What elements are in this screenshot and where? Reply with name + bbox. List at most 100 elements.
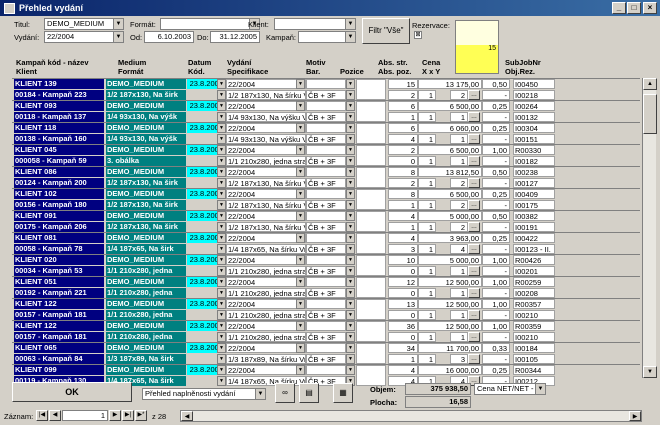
chevron-down-icon[interactable]: ▼ [296,233,305,243]
bar-cell[interactable]: ČB + 3F [306,178,346,188]
motiv-field[interactable] [306,299,346,309]
cena-cell[interactable]: 11 700,00 [418,343,482,353]
chevron-down-icon[interactable]: ▼ [346,167,355,177]
y-cell[interactable]: 1 [450,332,468,342]
objrez-cell[interactable]: I00105 [513,354,555,364]
chevron-down-icon[interactable]: ▼ [296,211,305,221]
vydani-cell[interactable]: 22/2004 [226,167,306,177]
bar-cell[interactable]: ČB + 3F [306,134,346,144]
edit-button[interactable]: … [468,200,480,210]
abs-poz-cell[interactable]: 3 [388,244,418,254]
prev-record-button[interactable]: ◀ [49,410,61,421]
objrez-cell[interactable]: I00182 [513,156,555,166]
koef-cell[interactable]: 1,00 [482,321,510,331]
vydani-cell[interactable]: 22/2004 [226,365,306,375]
subjob-cell[interactable]: R00359 [513,321,555,331]
chevron-down-icon[interactable]: ▼ [296,255,305,265]
next-record-button[interactable]: ▶ [109,410,121,421]
chevron-down-icon[interactable]: ▼ [535,384,545,394]
y-cell[interactable]: 1 [450,134,468,144]
motiv-field[interactable] [306,255,346,265]
motiv-field[interactable] [306,101,346,111]
vydani-cell[interactable]: 22/2004 [226,79,306,89]
pozice-field[interactable] [356,123,386,144]
abs-poz-cell[interactable]: 0 [388,266,418,276]
vydani-cell[interactable]: 22/2004 [226,189,306,199]
scroll-up-icon[interactable]: ▲ [643,78,657,90]
edit-button[interactable]: … [468,332,480,342]
y-cell[interactable]: 2 [450,178,468,188]
chevron-down-icon[interactable]: ▼ [346,145,355,155]
table-row[interactable]: KLIENT 086 00124 - Kampaň 200 DEMO_MEDIUM 1… [12,166,640,188]
cena-cell[interactable]: 12 500,00 [418,277,482,287]
chevron-down-icon[interactable]: ▼ [217,365,226,375]
chevron-down-icon[interactable]: ▼ [346,288,355,298]
koef-cell[interactable]: 0,50 [482,211,510,221]
chevron-down-icon[interactable]: ▼ [217,244,226,254]
chevron-down-icon[interactable]: ▼ [217,233,226,243]
x-cell[interactable]: 1 [418,90,436,100]
abs-str-cell[interactable]: 10 [388,255,418,265]
chevron-down-icon[interactable]: ▼ [296,101,305,111]
table-row[interactable]: KLIENT 045 000058 - Kampaň 59 DEMO_MEDIUM 3… [12,144,640,166]
y-cell[interactable]: 3 [450,354,468,364]
chevron-down-icon[interactable]: ▼ [346,299,355,309]
koef-cell[interactable]: 1,00 [482,255,510,265]
abs-str-cell[interactable]: 13 [388,299,418,309]
bar-cell[interactable]: ČB + 3F [306,200,346,210]
edit-button[interactable]: … [468,354,480,364]
table-row[interactable]: KLIENT 122 00157 - Kampaň 181 DEMO_MEDIUM 1… [12,320,640,342]
abs-str-cell[interactable]: 4 [388,365,418,375]
chevron-down-icon[interactable]: ▼ [217,266,226,276]
chevron-down-icon[interactable]: ▼ [217,354,226,364]
chevron-down-icon[interactable]: ▼ [217,277,226,287]
pozice-field[interactable] [356,365,386,386]
koef-cell[interactable]: 1,00 [482,145,510,155]
kampan-select[interactable]: ▼ [298,31,356,43]
specifikace-cell[interactable]: 1/4 93x130, Na výšku Vr [226,134,306,144]
chevron-down-icon[interactable]: ▼ [296,145,305,155]
chevron-down-icon[interactable]: ▼ [217,299,226,309]
koef-cell[interactable]: 0,25 [482,123,510,133]
motiv-field[interactable] [306,79,346,89]
chevron-down-icon[interactable]: ▼ [113,32,123,42]
pozice-field[interactable] [356,343,386,364]
abs-poz-cell[interactable]: 0 [388,310,418,320]
titul-select[interactable]: DEMO_MEDIUM ▼ [44,18,124,30]
subjob-cell[interactable]: I00450 [513,79,555,89]
chevron-down-icon[interactable]: ▼ [346,266,355,276]
bar-cell[interactable]: ČB + 3F [306,288,346,298]
x-cell[interactable]: 1 [418,266,436,276]
vydani-cell[interactable]: 22/2004 [226,277,306,287]
pozice-field[interactable] [356,277,386,298]
abs-str-cell[interactable]: 4 [388,233,418,243]
chevron-down-icon[interactable]: ▼ [346,244,355,254]
specifikace-cell[interactable]: 1/4 187x65, Na šírku Vrú [226,244,306,254]
subjob-cell[interactable]: I00264 [513,101,555,111]
cena-select[interactable]: Cena NET/NET - po p ▼ [474,383,546,395]
subjob-cell[interactable]: R00426 [513,255,555,265]
chevron-down-icon[interactable]: ▼ [217,178,226,188]
report-select[interactable]: Přehled naplněnosti vydání ▼ [142,388,266,400]
x-cell[interactable]: 1 [418,156,436,166]
motiv-field[interactable] [306,167,346,177]
koef-cell[interactable]: 0,33 [482,343,510,353]
chevron-down-icon[interactable]: ▼ [217,222,226,232]
cena-cell[interactable]: 5 000,00 [418,211,482,221]
x-cell[interactable]: 1 [418,310,436,320]
last-record-button[interactable]: ▶| [122,410,134,421]
y-cell[interactable]: 2 [450,222,468,232]
vydani-cell[interactable]: 22/2004 [226,299,306,309]
abs-str-cell[interactable]: 15 [388,79,418,89]
vydani-cell[interactable]: 22/2004 [226,101,306,111]
pozice-field[interactable] [356,321,386,342]
chevron-down-icon[interactable]: ▼ [217,376,226,386]
vydani-cell[interactable]: 22/2004 [226,145,306,155]
edit-button[interactable]: … [468,90,480,100]
ok-button[interactable]: OK [12,382,132,402]
motiv-field[interactable] [306,145,346,155]
chevron-down-icon[interactable]: ▼ [296,123,305,133]
vydani-cell[interactable]: 22/2004 [226,255,306,265]
objrez-cell[interactable]: I00210 [513,310,555,320]
x-cell[interactable]: 1 [418,332,436,342]
